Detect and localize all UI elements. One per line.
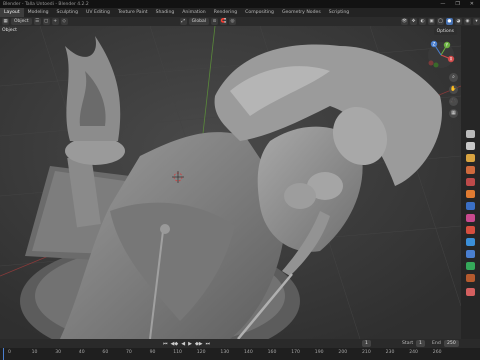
- workspace-tab-bar: Layout Modeling Sculpting UV Editing Texture…: [0, 8, 480, 17]
- playhead[interactable]: [3, 348, 4, 360]
- viewport-header: ▦ Object ☰ ▢ + ◇ ⤢ Global ⊙ 🧲 ◎ 👁 ✥ ◐ ▣ …: [0, 17, 480, 26]
- proportional-icon[interactable]: ◎: [229, 18, 237, 25]
- timeline-tick-label: 170: [291, 350, 300, 355]
- maximize-button[interactable]: ❐: [455, 1, 459, 7]
- tab-geometry-nodes[interactable]: Geometry Nodes: [278, 8, 325, 17]
- shading-options-icon[interactable]: ▾: [473, 18, 480, 25]
- visibility-icon[interactable]: 👁: [401, 18, 408, 25]
- window-controls: — ❐ ✕: [440, 0, 478, 8]
- tab-uv-editing[interactable]: UV Editing: [82, 8, 114, 17]
- zoom-icon[interactable]: ⌕: [449, 73, 458, 82]
- view-icon[interactable]: ☰: [33, 18, 41, 25]
- shading-rendered-icon[interactable]: ◉: [464, 18, 471, 25]
- timeline-tick-label: 90: [149, 350, 156, 355]
- view-layer-properties-icon[interactable]: [466, 166, 475, 174]
- texture-properties-icon[interactable]: [466, 288, 475, 296]
- timeline-tick-label: 120: [196, 350, 206, 355]
- tab-layout[interactable]: Layout: [0, 8, 24, 17]
- gizmo-x-label: X: [450, 57, 453, 62]
- xray-icon[interactable]: ▣: [428, 18, 435, 25]
- timeline-tick-label: 60: [102, 350, 109, 355]
- tab-compositing[interactable]: Compositing: [241, 8, 278, 17]
- 3d-viewport[interactable]: X Y Z Object Options ⌕ ✋ 🎥 ▦: [0, 26, 461, 339]
- timeline-tick-label: 0: [8, 350, 11, 355]
- timeline-tick-label: 40: [78, 350, 85, 355]
- camera-view-icon[interactable]: 🎥: [449, 97, 458, 106]
- world-properties-icon[interactable]: [466, 190, 475, 198]
- pan-hand-icon[interactable]: ✋: [449, 85, 458, 94]
- tab-shading[interactable]: Shading: [152, 8, 179, 17]
- options-button[interactable]: Options: [433, 28, 457, 35]
- timeline-tick-label: 70: [126, 350, 132, 355]
- overlay-icon[interactable]: ◐: [419, 18, 426, 25]
- tool-properties-icon[interactable]: [466, 130, 475, 138]
- tab-modeling[interactable]: Modeling: [24, 8, 53, 17]
- gizmo-toggle-icon[interactable]: ✥: [410, 18, 417, 25]
- constraint-properties-icon[interactable]: [466, 250, 475, 258]
- minimize-button[interactable]: —: [440, 1, 445, 7]
- tab-rendering[interactable]: Rendering: [210, 8, 241, 17]
- gizmo-z-label: Z: [433, 42, 436, 47]
- timeline-tick-label: 160: [267, 350, 277, 355]
- next-keyframe-icon[interactable]: ◆▶: [195, 341, 203, 347]
- timeline-ruler[interactable]: 0 10 30 40 60 70 90 110 120 130 140 160 170 190 200 210…: [0, 348, 480, 360]
- prev-keyframe-icon[interactable]: ◀◆: [171, 341, 179, 347]
- object-properties-icon[interactable]: [466, 202, 475, 210]
- grid-perspective-icon[interactable]: ▦: [449, 109, 458, 118]
- timeline-tick-label: 210: [362, 350, 371, 355]
- render-properties-icon[interactable]: [466, 142, 475, 150]
- end-label: End: [432, 341, 441, 346]
- window-title: Blender - Talla Untoedi - Blender 4.2.2: [3, 1, 89, 7]
- sculpture-render: X Y Z: [0, 26, 461, 339]
- material-properties-icon[interactable]: [466, 274, 475, 282]
- shading-solid-icon[interactable]: ●: [446, 18, 453, 25]
- transform-orientation-selector[interactable]: Global: [188, 18, 210, 25]
- pivot-icon[interactable]: ⊙: [211, 18, 219, 25]
- timeline-tick-label: 10: [31, 350, 38, 355]
- timeline-tick-label: 130: [220, 350, 230, 355]
- timeline-tick-label: 30: [55, 350, 62, 355]
- scene-properties-icon[interactable]: [466, 178, 475, 186]
- shading-wireframe-icon[interactable]: ◯: [437, 18, 444, 25]
- jump-end-icon[interactable]: ⏭: [206, 341, 211, 347]
- jump-start-icon[interactable]: ⏮: [163, 341, 168, 347]
- shading-material-icon[interactable]: ◕: [455, 18, 462, 25]
- snap-icon[interactable]: 🧲: [220, 18, 228, 25]
- select-icon[interactable]: ▢: [42, 18, 50, 25]
- tab-sculpting[interactable]: Sculpting: [53, 8, 82, 17]
- close-button[interactable]: ✕: [470, 1, 474, 7]
- play-icon[interactable]: ▶: [188, 341, 192, 347]
- data-properties-icon[interactable]: [466, 262, 475, 270]
- end-frame-field[interactable]: 250: [444, 340, 459, 347]
- object-menu-icon[interactable]: ◇: [60, 18, 68, 25]
- editor-type-icon[interactable]: ▦: [2, 18, 9, 25]
- transform-orientation-icon[interactable]: ⤢: [179, 18, 187, 25]
- tab-animation[interactable]: Animation: [178, 8, 209, 17]
- gizmo-y-label: Y: [445, 43, 449, 48]
- particle-properties-icon[interactable]: [466, 226, 475, 234]
- timeline-tick-label: 190: [314, 350, 324, 355]
- viewport-label: Object: [2, 28, 17, 33]
- tab-scripting[interactable]: Scripting: [325, 8, 353, 17]
- timeline-tick-label: 230: [385, 350, 395, 355]
- timeline-tick-label: 140: [244, 350, 253, 355]
- timeline-tick-label: 240: [409, 350, 418, 355]
- output-properties-icon[interactable]: [466, 154, 475, 162]
- current-frame-field[interactable]: 1: [362, 340, 371, 347]
- timeline-tick-label: 110: [173, 350, 182, 355]
- title-bar: Blender - Talla Untoedi - Blender 4.2.2 …: [0, 0, 480, 8]
- play-reverse-icon[interactable]: ◀: [181, 341, 185, 347]
- physics-properties-icon[interactable]: [466, 238, 475, 246]
- timeline-tick-label: 200: [338, 350, 348, 355]
- mode-selector[interactable]: Object: [11, 18, 32, 25]
- modifier-properties-icon[interactable]: [466, 214, 475, 222]
- timeline-tick-label: 260: [432, 350, 442, 355]
- add-icon[interactable]: +: [51, 18, 59, 25]
- tab-texture-paint[interactable]: Texture Paint: [114, 8, 152, 17]
- start-label: Start: [402, 341, 414, 346]
- properties-tabs: [461, 26, 480, 339]
- start-frame-field[interactable]: 1: [416, 340, 425, 347]
